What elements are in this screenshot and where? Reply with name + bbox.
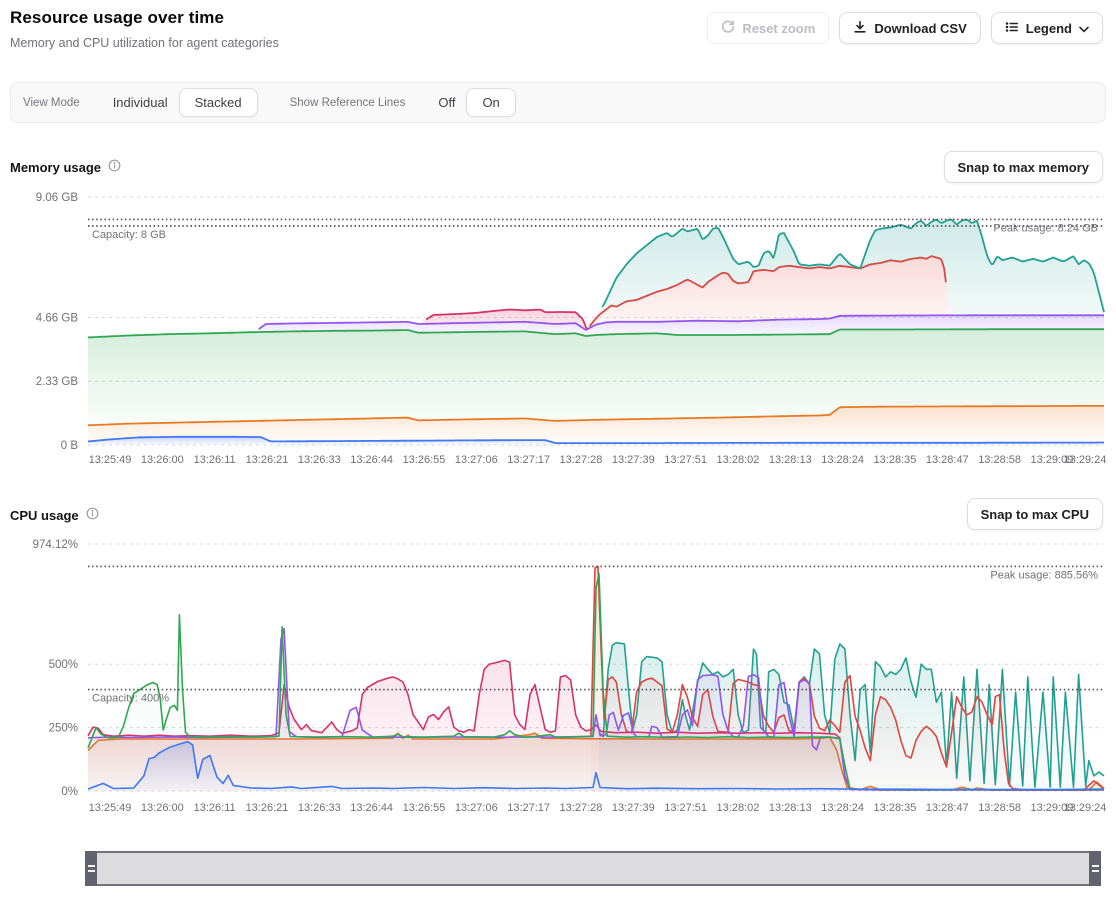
legend-list-icon bbox=[1005, 20, 1019, 37]
page-title: Resource usage over time bbox=[10, 8, 279, 28]
x-tick-label: 13:27:39 bbox=[612, 454, 655, 466]
memory-section-title: Memory usage bbox=[10, 159, 121, 175]
brush-left-handle[interactable] bbox=[85, 851, 97, 886]
view-mode-stacked-option[interactable]: Stacked bbox=[179, 88, 258, 117]
x-tick-label: 13:28:02 bbox=[717, 454, 760, 466]
x-tick-label: 13:25:49 bbox=[89, 454, 132, 466]
x-tick-label: 13:25:49 bbox=[89, 802, 132, 814]
x-tick-label: 13:27:39 bbox=[612, 802, 655, 814]
memory-chart-canvas[interactable]: 0 B 2.33 GB 4.66 GB 9.06 GB 13:25:49 13:26:00… bbox=[0, 185, 1116, 477]
x-tick-label: 13:28:47 bbox=[926, 802, 969, 814]
x-tick-label: 13:27:28 bbox=[560, 802, 603, 814]
download-csv-button[interactable]: Download CSV bbox=[839, 12, 980, 44]
resource-usage-dashboard: Resource usage over time Memory and CPU … bbox=[0, 0, 1116, 906]
x-tick-label: 13:27:17 bbox=[507, 454, 550, 466]
cpu-section-title: CPU usage bbox=[10, 507, 99, 523]
header-actions: Reset zoom Download CSV Legend bbox=[707, 12, 1103, 44]
x-tick-label: 13:27:51 bbox=[664, 454, 707, 466]
reference-line-label: Capacity: 8 GB bbox=[92, 229, 166, 241]
download-icon bbox=[853, 20, 867, 37]
x-tick-label: 13:27:06 bbox=[455, 454, 498, 466]
legend-dropdown-button[interactable]: Legend bbox=[991, 12, 1103, 44]
x-tick-label: 13:28:24 bbox=[821, 802, 864, 814]
x-tick-label: 13:26:00 bbox=[141, 454, 184, 466]
x-tick-label: 13:26:00 bbox=[141, 802, 184, 814]
x-tick-label: 13:28:58 bbox=[978, 454, 1021, 466]
x-tick-label: 13:28:24 bbox=[821, 454, 864, 466]
x-tick-label: 13:27:06 bbox=[455, 802, 498, 814]
y-tick-label: 9.06 GB bbox=[36, 192, 79, 204]
y-tick-label: 250% bbox=[49, 723, 78, 735]
brush-right-handle[interactable] bbox=[1089, 851, 1101, 886]
x-tick-label: 13:29:24 bbox=[1064, 802, 1107, 814]
x-tick-label: 13:26:44 bbox=[350, 454, 393, 466]
y-tick-label: 2.33 GB bbox=[36, 376, 79, 388]
info-icon[interactable] bbox=[86, 507, 99, 523]
timeline-brush[interactable] bbox=[85, 851, 1101, 886]
x-tick-label: 13:28:13 bbox=[769, 454, 812, 466]
x-tick-label: 13:27:51 bbox=[664, 802, 707, 814]
x-tick-label: 13:28:02 bbox=[717, 802, 760, 814]
header-text: Resource usage over time Memory and CPU … bbox=[10, 8, 279, 50]
reference-line-label: Capacity: 400% bbox=[92, 693, 169, 705]
y-tick-label: 4.66 GB bbox=[36, 312, 79, 324]
reference-line-label: Peak usage: 885.56% bbox=[990, 569, 1098, 581]
view-mode-individual-option[interactable]: Individual bbox=[102, 88, 179, 117]
y-tick-label: 974.12% bbox=[33, 539, 78, 551]
x-tick-label: 13:27:17 bbox=[507, 802, 550, 814]
y-tick-label: 500% bbox=[49, 659, 78, 671]
x-tick-label: 13:26:33 bbox=[298, 454, 341, 466]
x-tick-label: 13:28:35 bbox=[874, 802, 917, 814]
reference-lines-label: Show Reference Lines bbox=[290, 97, 406, 109]
x-tick-label: 13:28:13 bbox=[769, 802, 812, 814]
x-tick-label: 13:26:21 bbox=[246, 454, 289, 466]
y-tick-label: 0 B bbox=[61, 440, 79, 452]
view-mode-label: View Mode bbox=[23, 97, 80, 109]
x-tick-label: 13:29:24 bbox=[1064, 454, 1107, 466]
cpu-chart-canvas[interactable]: 0% 250% 500% 974.12% 13:25:49 13:26:00 13:26:1… bbox=[0, 530, 1116, 825]
x-tick-label: 13:26:55 bbox=[403, 802, 446, 814]
snap-to-max-memory-button[interactable]: Snap to max memory bbox=[944, 151, 1104, 183]
x-tick-label: 13:28:35 bbox=[874, 454, 917, 466]
x-tick-label: 13:26:11 bbox=[194, 802, 236, 814]
reset-zoom-icon bbox=[721, 20, 735, 37]
reference-lines-off-option[interactable]: Off bbox=[427, 88, 466, 117]
x-tick-label: 13:26:21 bbox=[246, 802, 289, 814]
x-tick-label: 13:26:44 bbox=[350, 802, 393, 814]
x-tick-label: 13:28:47 bbox=[926, 454, 969, 466]
page-header: Resource usage over time Memory and CPU … bbox=[10, 8, 1103, 50]
x-tick-label: 13:26:33 bbox=[298, 802, 341, 814]
x-tick-label: 13:27:28 bbox=[560, 454, 603, 466]
reference-line-label: Peak usage: 8.24 GB bbox=[993, 222, 1098, 234]
y-tick-label: 0% bbox=[61, 786, 78, 798]
page-subtitle: Memory and CPU utilization for agent cat… bbox=[10, 36, 279, 50]
reference-lines-on-option[interactable]: On bbox=[466, 88, 515, 117]
x-tick-label: 13:26:11 bbox=[194, 454, 236, 466]
x-tick-label: 13:28:58 bbox=[978, 802, 1021, 814]
info-icon[interactable] bbox=[108, 159, 121, 175]
chart-controls-bar: View Mode Individual Stacked Show Refere… bbox=[10, 82, 1106, 123]
x-tick-label: 13:26:55 bbox=[403, 454, 446, 466]
chevron-down-icon bbox=[1079, 21, 1089, 36]
reset-zoom-button[interactable]: Reset zoom bbox=[707, 12, 829, 44]
snap-to-max-cpu-button[interactable]: Snap to max CPU bbox=[967, 498, 1103, 530]
